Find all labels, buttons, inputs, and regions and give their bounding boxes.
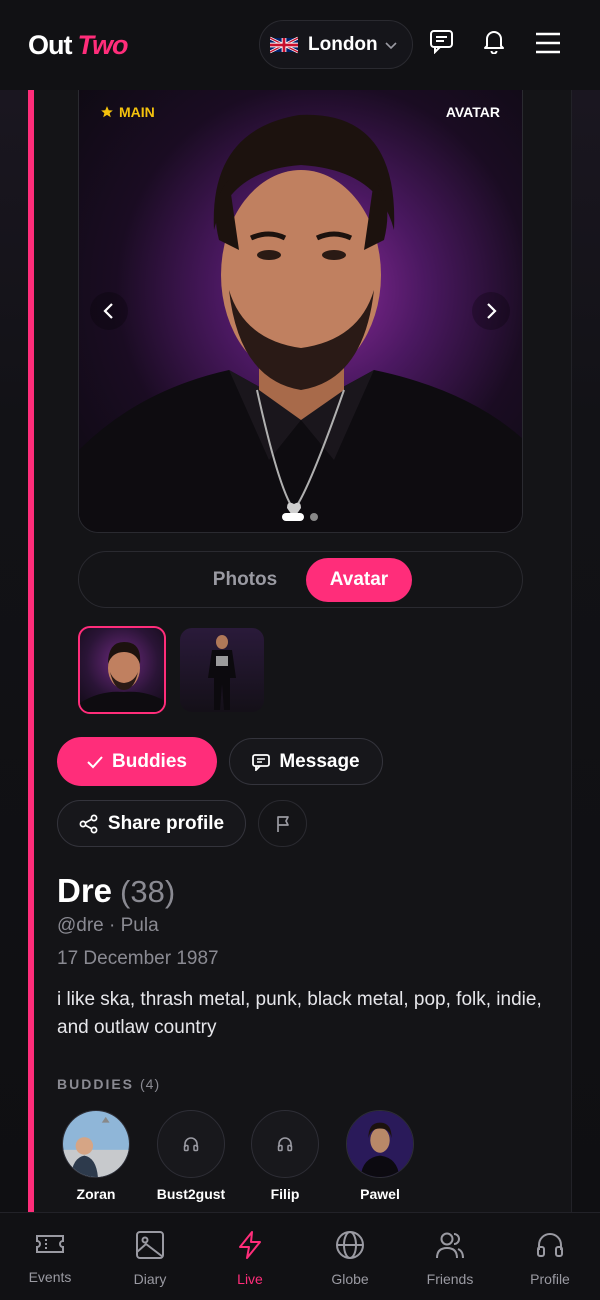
globe-icon (336, 1231, 364, 1259)
share-profile-button[interactable]: Share profile (57, 800, 246, 847)
carousel-dot-active[interactable] (282, 513, 304, 521)
location-name: London (308, 33, 378, 55)
app-logo[interactable]: Out Two (28, 29, 129, 61)
profile-name: Dre (57, 872, 113, 909)
nav-item-profile[interactable]: Profile (500, 1213, 600, 1300)
star-icon (101, 106, 113, 118)
tab-avatar[interactable]: Avatar (306, 558, 412, 602)
logo-text-out: Out (28, 29, 72, 60)
thumbnail-avatar-1[interactable] (78, 626, 166, 714)
nav-label: Live (237, 1271, 263, 1287)
message-button[interactable]: Message (229, 738, 383, 785)
carousel-dot[interactable] (310, 513, 318, 521)
photo-type-toggle: Photos Avatar (78, 551, 523, 608)
uk-flag-icon (270, 36, 298, 53)
buddy-name: Bust2gust (156, 1186, 226, 1202)
avatar (346, 1110, 414, 1178)
main-badge-label: MAIN (119, 104, 155, 120)
photo-next-button[interactable] (472, 292, 510, 330)
buddy-item[interactable]: Pawel (335, 1110, 425, 1202)
avatar (62, 1110, 130, 1178)
headphones-icon (183, 1137, 199, 1152)
buddy-name: Zoran (76, 1186, 116, 1202)
report-button[interactable] (258, 800, 307, 847)
profile-name-row: Dre (38) (57, 872, 175, 910)
main-badge: MAIN (100, 104, 155, 120)
profile-age: (38) (120, 874, 176, 909)
users-icon (436, 1232, 464, 1259)
chevron-down-icon (385, 42, 397, 50)
avatar (251, 1110, 319, 1178)
buddies-button[interactable]: Buddies (57, 737, 217, 786)
avatar-photo[interactable] (78, 90, 523, 533)
ticket-icon (36, 1235, 64, 1253)
nav-label: Globe (331, 1271, 369, 1287)
message-button-label: Message (279, 750, 360, 772)
tab-photos[interactable]: Photos (185, 558, 305, 602)
nav-item-friends[interactable]: Friends (400, 1213, 500, 1300)
nav-item-events[interactable]: Events (0, 1213, 100, 1300)
buddies-count: (4) (140, 1076, 161, 1092)
buddies-heading-label: BUDDIES (57, 1076, 135, 1092)
nav-label: Profile (530, 1271, 570, 1287)
card-accent-bar (28, 90, 34, 1212)
location-selector[interactable]: London (259, 20, 413, 69)
headphones-icon (277, 1137, 293, 1152)
chevron-left-icon (103, 303, 113, 319)
flag-icon (276, 815, 289, 832)
logo-text-two: Two (77, 29, 129, 60)
avatar-badge: AVATAR (445, 104, 500, 120)
nav-item-globe[interactable]: Globe (300, 1213, 400, 1300)
thumbnail-fullbody (208, 635, 236, 710)
profile-birthday: 17 December 1987 (57, 948, 219, 969)
buddy-item[interactable]: Zoran (51, 1110, 141, 1202)
buddy-item[interactable]: Bust2gust (146, 1110, 236, 1202)
thumbnail-avatar-2[interactable] (180, 628, 264, 712)
lightning-icon (239, 1231, 261, 1259)
bell-icon[interactable] (481, 28, 507, 54)
app-header: Out Two London (0, 0, 600, 90)
nav-label: Friends (426, 1271, 474, 1287)
buddies-button-label: Buddies (112, 750, 187, 772)
photo-prev-button[interactable] (90, 292, 128, 330)
chevron-right-icon (487, 303, 497, 319)
portrait-illustration (79, 114, 522, 532)
carousel-indicator (282, 513, 318, 521)
share-profile-label: Share profile (107, 812, 225, 834)
nav-item-diary[interactable]: Diary (100, 1213, 200, 1300)
image-icon (136, 1231, 164, 1259)
buddy-photo-pawel (347, 1111, 413, 1177)
buddy-item[interactable]: Filip (240, 1110, 330, 1202)
menu-icon[interactable] (535, 32, 561, 54)
nav-label: Diary (133, 1271, 167, 1287)
check-icon (87, 755, 103, 768)
nav-item-live[interactable]: Live (200, 1213, 300, 1300)
bottom-navigation: Events Diary Live Globe Friends Profile (0, 1212, 600, 1300)
profile-handle-location: @dre · Pula (57, 915, 159, 936)
chat-icon[interactable] (429, 28, 455, 54)
buddy-name: Filip (270, 1186, 300, 1202)
buddy-photo-zoran (63, 1111, 129, 1177)
thumbnail-portrait (80, 642, 164, 712)
buddies-heading: BUDDIES (4) (57, 1076, 160, 1092)
share-icon (79, 814, 98, 833)
buddy-name: Pawel (360, 1186, 400, 1202)
profile-bio: i like ska, thrash metal, punk, black me… (57, 989, 542, 1038)
headphones-icon (537, 1233, 563, 1257)
message-icon (252, 753, 271, 771)
nav-label: Events (28, 1269, 72, 1285)
avatar (157, 1110, 225, 1178)
